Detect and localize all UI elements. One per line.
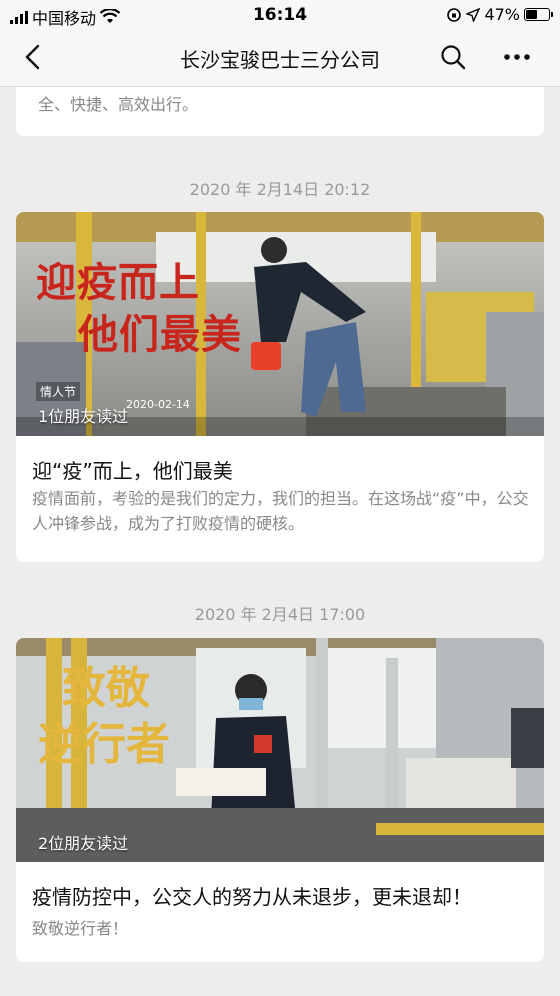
rotation-lock-icon (447, 7, 462, 22)
battery-percent: 47% (484, 5, 520, 24)
article-desc: 疫情面前，考验的是我们的定力，我们的担当。在这场战“疫”中，公交人冲锋参战，成为… (32, 489, 529, 533)
article-cover-image: 致敬 逆行者 2位朋友读过 (16, 638, 544, 862)
cover-headline-1: 迎疫而上 (36, 259, 200, 306)
friends-read-count: 2位朋友读过 (38, 834, 129, 853)
article-desc: 致敬逆行者！ (32, 919, 129, 938)
cover-headline-2: 他们最美 (78, 311, 242, 358)
article-cover-image: 迎疫而上 他们最美 情人节 2020-02-14 1位朋友读过 (16, 212, 544, 436)
article-title: 疫情防控中，公交人的努力从未退步，更未退却！ (32, 885, 472, 909)
previous-article-desc: 全、快捷、高效出行。 (38, 95, 199, 114)
cover-badge: 情人节 (36, 382, 81, 401)
friends-read-count: 1位朋友读过 (38, 407, 129, 426)
article-card[interactable]: 致敬 逆行者 2位朋友读过 疫情防控中，公交人的努力从未退步，更未退却！ 致敬逆… (16, 638, 544, 962)
cover-headline-1: 致敬 (62, 663, 150, 714)
status-bar: 中国移动 16:14 47% (0, 0, 560, 30)
more-dots-icon[interactable] (500, 42, 534, 72)
article-card[interactable]: 迎疫而上 他们最美 情人节 2020-02-14 1位朋友读过 迎“疫”而上，他… (16, 212, 544, 562)
nav-bar: 长沙宝骏巴士三分公司 (0, 30, 560, 87)
previous-article-card[interactable]: 全、快捷、高效出行。 (16, 87, 544, 136)
article-date: 2020 年 2月4日 17:00 (194, 605, 366, 624)
cover-headline-2: 逆行者 (38, 719, 170, 770)
location-icon (466, 7, 481, 22)
article-title: 迎“疫”而上，他们最美 (32, 459, 233, 483)
page-title: 长沙宝骏巴士三分公司 (180, 48, 380, 72)
battery-icon (524, 8, 553, 21)
status-right: 47% (446, 5, 553, 24)
article-date: 2020 年 2月14日 20:12 (189, 180, 371, 199)
search-icon[interactable] (438, 42, 468, 72)
cover-stamp: 2020-02-14 (126, 398, 190, 411)
